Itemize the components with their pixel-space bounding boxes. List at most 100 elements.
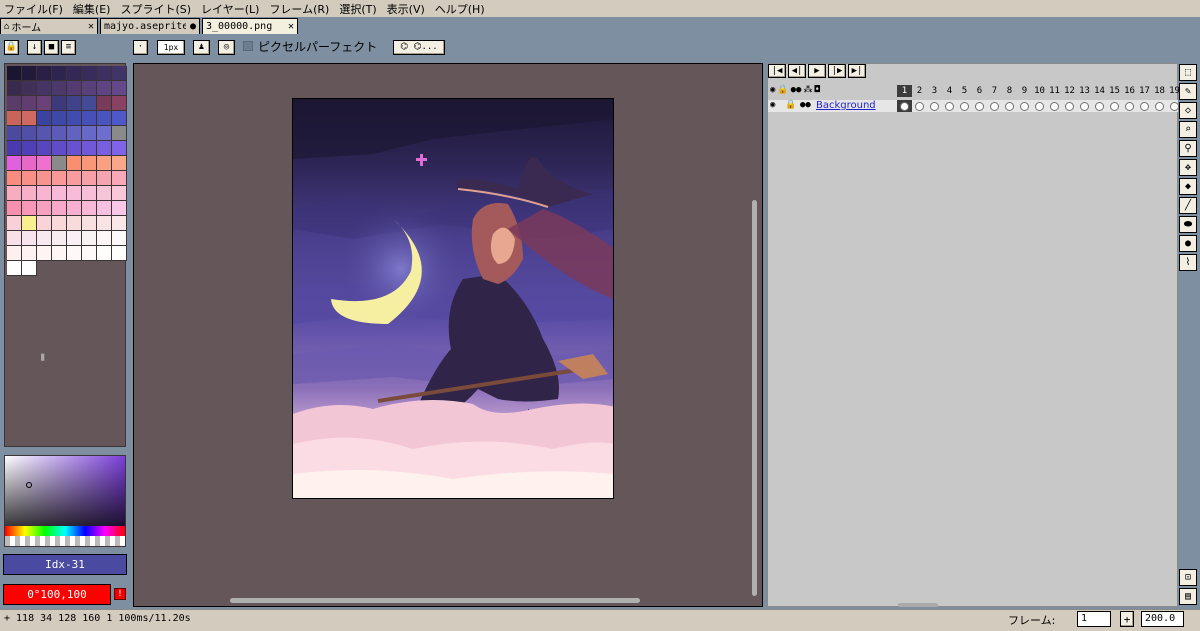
lock-icon[interactable]: 🔒	[4, 40, 19, 55]
frame-number[interactable]: 16	[1122, 85, 1137, 97]
zoom-input[interactable]: 200.0	[1141, 611, 1184, 627]
palette-swatch[interactable]	[67, 96, 82, 111]
palette-swatch[interactable]	[112, 111, 127, 126]
play-icon[interactable]: ▶	[808, 64, 826, 78]
palette-swatch[interactable]	[37, 66, 52, 81]
menu-select[interactable]: 選択(T)	[339, 1, 376, 17]
palette-swatch[interactable]	[112, 171, 127, 186]
palette-swatch[interactable]	[112, 186, 127, 201]
tab-home[interactable]: ⌂ ホーム ✕	[0, 18, 98, 34]
cel[interactable]	[1122, 100, 1137, 112]
mask-icon[interactable]: ◎	[218, 40, 235, 55]
link-icon[interactable]: ●●	[791, 85, 802, 97]
cel[interactable]	[972, 100, 987, 112]
palette-swatch[interactable]	[67, 81, 82, 96]
palette-swatch[interactable]	[7, 171, 22, 186]
palette-swatch[interactable]	[7, 81, 22, 96]
color-cursor[interactable]	[26, 482, 32, 488]
palette-swatch[interactable]	[112, 231, 127, 246]
palette-swatch[interactable]	[97, 246, 112, 261]
palette-swatch[interactable]	[52, 66, 67, 81]
palette-swatch[interactable]	[97, 231, 112, 246]
palette-swatch[interactable]	[52, 96, 67, 111]
menu-view[interactable]: 表示(V)	[387, 1, 425, 17]
palette-swatch[interactable]	[52, 246, 67, 261]
frame-number[interactable]: 7	[987, 85, 1002, 97]
cel[interactable]	[1092, 100, 1107, 112]
palette-swatch[interactable]	[97, 141, 112, 156]
cel[interactable]	[1017, 100, 1032, 112]
first-frame-icon[interactable]: |◀	[768, 64, 786, 78]
palette-swatch[interactable]	[22, 216, 37, 231]
frame-number[interactable]: 1	[897, 85, 912, 97]
menu-icon[interactable]: ≡	[61, 40, 76, 55]
palette-swatch[interactable]	[97, 186, 112, 201]
layer-name[interactable]: Background	[816, 100, 876, 111]
frame-number[interactable]: 15	[1107, 85, 1122, 97]
palette-swatch[interactable]	[7, 111, 22, 126]
palette-swatch[interactable]	[52, 111, 67, 126]
frame-number[interactable]: 13	[1077, 85, 1092, 97]
frame-number[interactable]: 10	[1032, 85, 1047, 97]
menu-file[interactable]: ファイル(F)	[4, 1, 63, 17]
palette-swatch[interactable]	[67, 126, 82, 141]
contour-icon[interactable]: ●	[1179, 235, 1197, 252]
palette-swatch[interactable]	[82, 66, 97, 81]
palette-swatch[interactable]	[82, 126, 97, 141]
palette-swatch[interactable]	[67, 246, 82, 261]
palette-swatch[interactable]	[82, 201, 97, 216]
cel[interactable]	[942, 100, 957, 112]
palette-swatch[interactable]	[7, 126, 22, 141]
palette-swatch[interactable]	[112, 66, 127, 81]
palette-swatch[interactable]	[82, 171, 97, 186]
palette-swatch[interactable]	[37, 201, 52, 216]
palette-swatch[interactable]	[22, 246, 37, 261]
frame-number[interactable]: 3	[927, 85, 942, 97]
palette-swatch[interactable]	[67, 201, 82, 216]
palette-swatch[interactable]	[67, 171, 82, 186]
menu-help[interactable]: ヘルプ(H)	[435, 1, 485, 17]
palette-swatch[interactable]	[52, 126, 67, 141]
palette-swatch[interactable]	[52, 141, 67, 156]
cel[interactable]	[1032, 100, 1047, 112]
palette-swatch[interactable]	[67, 216, 82, 231]
palette-swatch[interactable]	[22, 186, 37, 201]
fg-color-button[interactable]: 0°100,100	[3, 584, 111, 605]
cel[interactable]	[1137, 100, 1152, 112]
palette-swatch[interactable]	[52, 156, 67, 171]
tab-majyo[interactable]: majyo.aseprite ●	[100, 18, 200, 34]
frame-number[interactable]: 8	[1002, 85, 1017, 97]
palette-grid[interactable]	[7, 66, 127, 276]
palette-swatch[interactable]	[37, 81, 52, 96]
palette-swatch[interactable]	[37, 216, 52, 231]
frame-number[interactable]: 4	[942, 85, 957, 97]
canvas-vscroll[interactable]	[752, 200, 757, 596]
palette-swatch[interactable]	[67, 186, 82, 201]
frame-number[interactable]: 12	[1062, 85, 1077, 97]
eye-icon[interactable]: ◉	[770, 85, 775, 97]
marquee-icon[interactable]: ⬚	[1179, 64, 1197, 81]
ink-icon[interactable]: ♟	[193, 40, 210, 55]
palette-swatch[interactable]	[82, 96, 97, 111]
palette-swatch[interactable]	[97, 216, 112, 231]
preview-icon[interactable]: ⊡	[1179, 569, 1197, 586]
pencil-icon[interactable]: ✎	[1179, 83, 1197, 100]
last-frame-icon[interactable]: ▶|	[848, 64, 866, 78]
palette-swatch[interactable]	[97, 126, 112, 141]
palette-swatch[interactable]	[112, 81, 127, 96]
palette-swatch[interactable]	[37, 186, 52, 201]
palette-swatch[interactable]	[97, 156, 112, 171]
palette-swatch[interactable]	[22, 141, 37, 156]
cel[interactable]	[987, 100, 1002, 112]
tab-png[interactable]: 3_00000.png ✕	[202, 18, 298, 34]
palette-swatch[interactable]	[67, 111, 82, 126]
palette-swatch[interactable]	[7, 156, 22, 171]
palette-swatch[interactable]	[67, 66, 82, 81]
palette-swatch[interactable]	[22, 96, 37, 111]
fill-icon[interactable]: ◆	[1179, 178, 1197, 195]
palette-swatch[interactable]	[82, 231, 97, 246]
line-icon[interactable]: ╱	[1179, 197, 1197, 214]
pixel-perfect-checkbox[interactable]	[243, 41, 253, 51]
frame-number[interactable]: 17	[1137, 85, 1152, 97]
sprite-canvas[interactable]	[292, 98, 614, 499]
